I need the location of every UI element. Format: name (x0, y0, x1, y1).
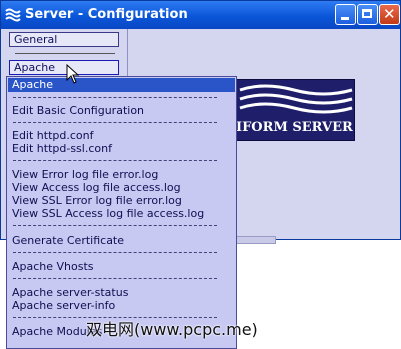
menu-item-edit-httpd-conf[interactable]: Edit httpd.conf (12, 129, 93, 142)
menu-separator (13, 122, 217, 123)
maximize-icon (362, 9, 372, 18)
logo-text: IFORM SERVER (236, 120, 353, 135)
menu-item-server-info[interactable]: Apache server-info (12, 299, 115, 312)
menu-item-server-status[interactable]: Apache server-status (12, 286, 128, 299)
menu-item-view-ssl-error-log[interactable]: View SSL Error log file error.log (12, 194, 182, 207)
menu-separator (13, 225, 217, 226)
close-button[interactable]: ✕ (379, 4, 400, 25)
nav-button-general[interactable]: General (9, 32, 119, 47)
menu-item-generate-certificate[interactable]: Generate Certificate (12, 234, 124, 247)
menu-separator (13, 278, 217, 279)
horizontal-scrollbar[interactable] (236, 236, 276, 244)
nav-button-apache[interactable]: Apache (9, 60, 119, 75)
window-title: Server - Configuration (25, 7, 188, 22)
menu-header-apache[interactable]: Apache (8, 78, 235, 92)
server-logo: IFORM SERVER (233, 79, 355, 141)
menu-item-apache-vhosts[interactable]: Apache Vhosts (12, 260, 94, 273)
minimize-icon (341, 17, 349, 20)
app-logo-icon (5, 8, 21, 22)
menu-item-view-ssl-access-log[interactable]: View SSL Access log file access.log (12, 207, 204, 220)
title-bar[interactable]: Server - Configuration ✕ (1, 1, 400, 29)
nav-divider (15, 53, 115, 54)
minimize-button[interactable] (335, 4, 356, 25)
mouse-pointer-icon (66, 64, 80, 84)
menu-separator (13, 252, 217, 253)
menu-item-edit-httpd-ssl-conf[interactable]: Edit httpd-ssl.conf (12, 142, 112, 155)
menu-item-view-access-log[interactable]: View Access log file access.log (12, 181, 181, 194)
menu-separator (13, 160, 217, 161)
menu-separator (13, 97, 217, 98)
apache-dropdown-menu: Apache Edit Basic Configuration Edit htt… (6, 76, 237, 349)
wave-logo-icon (239, 84, 353, 114)
menu-item-edit-basic-config[interactable]: Edit Basic Configuration (12, 104, 144, 117)
watermark-text: 双电网(www.pcpc.me) (86, 320, 258, 339)
maximize-button[interactable] (357, 4, 378, 25)
close-icon: ✕ (383, 5, 396, 23)
menu-item-view-error-log[interactable]: View Error log file error.log (12, 168, 158, 181)
